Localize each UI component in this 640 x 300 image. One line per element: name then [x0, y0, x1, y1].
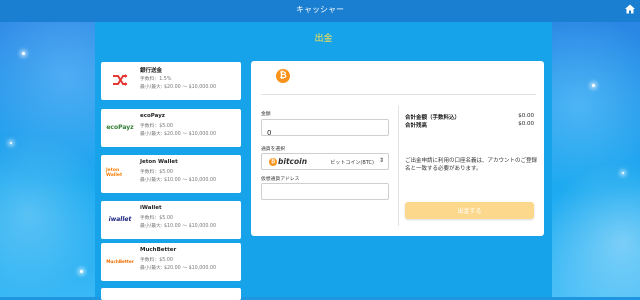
- balance-value: $0.00: [518, 121, 534, 127]
- page-title: 出金: [314, 34, 333, 44]
- currency-label: 通貨を選択: [261, 147, 285, 152]
- total-row: 合計金額（手数料込） $0.00: [405, 113, 534, 121]
- currency-selected-value: ビットコイン(BTC): [330, 160, 374, 166]
- method-fee: 手数料：$5.00: [140, 170, 173, 175]
- method-card-iwallet[interactable]: iwallet iWallet 手数料：$5.00 最小/最大: $10.00 …: [101, 201, 241, 239]
- sparkle: [22, 52, 25, 55]
- method-card-bank-transfer[interactable]: 銀行送金 手数料：1.5% 最小/最大: $20.00 ～ $10,000.00: [101, 62, 241, 100]
- withdraw-panel: ₿ 金額 通貨を選択 ₿ bitcoin ビットコイン(BTC) ⇕ 仮想通貨ア…: [251, 61, 544, 236]
- method-limit: 最小/最大: $10.00 ～ $10,000.00: [140, 224, 217, 229]
- method-name: 銀行送金: [140, 68, 163, 74]
- sparkle: [592, 84, 595, 87]
- main-content: 出金 銀行送金 手数料：1.5% 最小/最大: $20.00 ～ $10,000…: [95, 22, 552, 300]
- method-name: MuchBetter: [140, 247, 177, 253]
- address-input[interactable]: [262, 189, 382, 205]
- method-card-jeton-wallet[interactable]: Jeton Wallet Jeton Wallet 手数料：$5.00 最小/最…: [101, 155, 241, 193]
- amount-field[interactable]: [261, 119, 389, 141]
- method-fee: 手数料：$5.00: [140, 216, 173, 221]
- sparkle: [622, 172, 624, 174]
- method-name: ecoPayz: [140, 113, 165, 119]
- method-name: Jeton Wallet: [140, 159, 178, 165]
- withdraw-button[interactable]: 出金する: [405, 202, 534, 219]
- method-limit: 最小/最大: $10.00 ～ $10,000.00: [140, 178, 217, 183]
- method-limit: 最小/最大: $20.00 ～ $10,000.00: [140, 266, 217, 271]
- window-title: キャッシャー: [296, 5, 344, 14]
- balance-row: 合計残高 $0.00: [405, 121, 534, 129]
- currency-select[interactable]: ₿ bitcoin ビットコイン(BTC) ⇕: [261, 153, 389, 170]
- right-background: [552, 22, 640, 297]
- method-fee: 手数料：$5.00: [140, 258, 173, 263]
- ecopayz-logo: ecoPayz: [106, 123, 134, 131]
- method-fee: 手数料：1.5%: [140, 77, 172, 82]
- home-icon[interactable]: [624, 3, 636, 15]
- divider: [398, 106, 399, 226]
- bitcoin-icon: ₿: [269, 158, 277, 166]
- method-name: iWallet: [140, 205, 162, 211]
- divider: [261, 94, 536, 95]
- sparkle: [10, 142, 12, 144]
- iwallet-logo: iwallet: [108, 215, 132, 223]
- amount-input[interactable]: [262, 125, 382, 141]
- select-caret-icon: ⇕: [378, 157, 384, 164]
- method-card-muchbetter[interactable]: MuchBetter MuchBetter 手数料：$5.00 最小/最大: $…: [101, 243, 241, 281]
- muchbetter-logo: MuchBetter: [106, 258, 134, 264]
- sparkle: [80, 270, 83, 273]
- total-value: $0.00: [518, 113, 534, 119]
- address-field[interactable]: [261, 183, 389, 205]
- jeton-wallet-logo: Jeton Wallet: [106, 168, 123, 178]
- bank-transfer-icon: [106, 72, 134, 88]
- amount-label: 金額: [261, 112, 271, 117]
- bitcoin-icon: ₿: [276, 69, 290, 83]
- balance-label: 合計残高: [405, 123, 428, 129]
- method-card-ecopayz[interactable]: ecoPayz ecoPayz 手数料：$5.00 最小/最大: $20.00 …: [101, 109, 241, 147]
- method-limit: 最小/最大: $20.00 ～ $10,000.00: [140, 132, 217, 137]
- method-limit: 最小/最大: $20.00 ～ $10,000.00: [140, 85, 217, 90]
- left-background: [0, 22, 95, 297]
- method-fee: 手数料：$5.00: [140, 124, 173, 129]
- currency-logo-text: bitcoin: [278, 157, 308, 166]
- top-bar: キャッシャー: [0, 0, 640, 22]
- address-label: 仮想通貨アドレス: [261, 177, 300, 182]
- method-card-partial[interactable]: [101, 288, 241, 300]
- notice-text: ご出金申請に利用の口座名義は、アカウントのご登録名と一致する必要があります。: [405, 158, 538, 172]
